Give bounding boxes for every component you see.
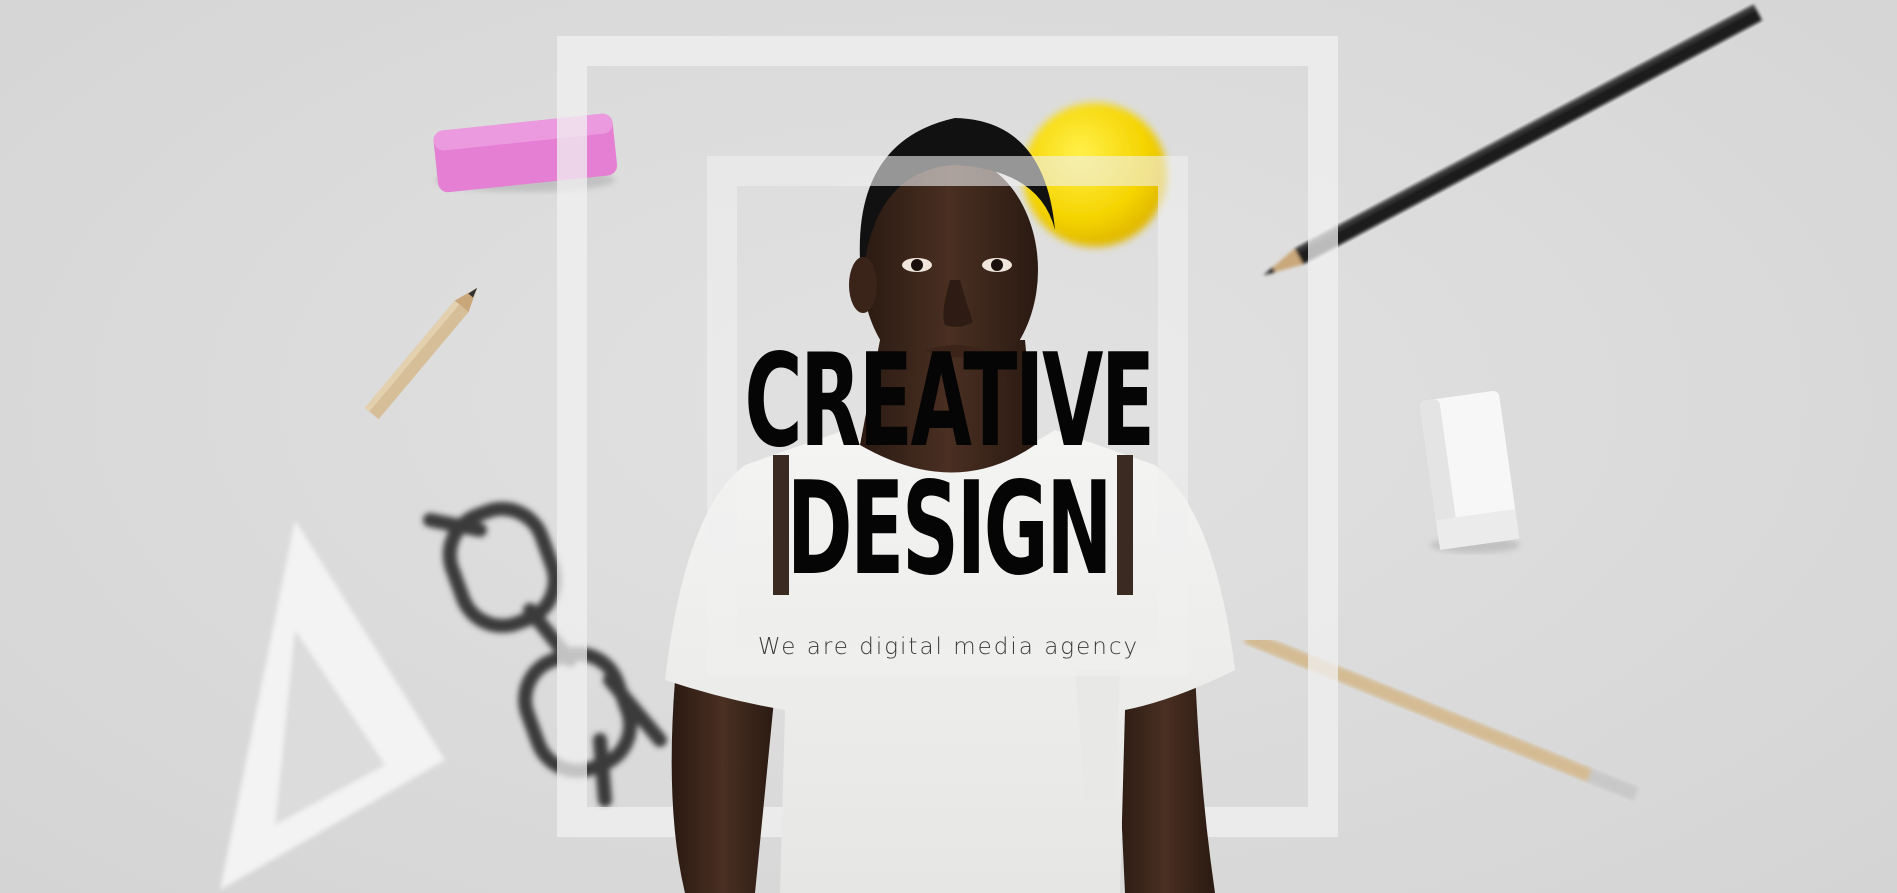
hero-section: CREATIVE DESIGN We are digital media age…	[0, 0, 1897, 893]
hero-title-line2: DESIGN	[786, 455, 1113, 604]
hero-subtitle: We are digital media agency	[757, 634, 1140, 660]
hero-title: CREATIVE DESIGN	[0, 338, 1897, 594]
hero-title-line1: CREATIVE	[744, 327, 1155, 476]
